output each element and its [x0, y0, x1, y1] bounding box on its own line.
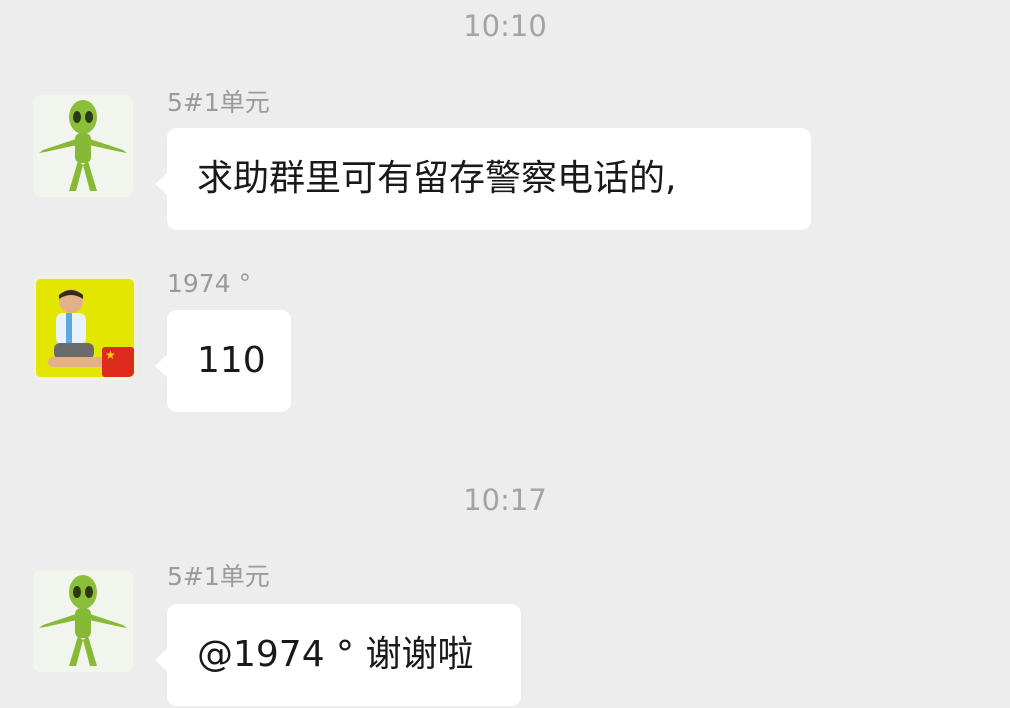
message-bubble[interactable]: @1974 ° 谢谢啦	[155, 604, 521, 706]
avatar[interactable]	[33, 95, 133, 197]
timestamp: 10:10	[463, 9, 547, 43]
avatar[interactable]	[33, 570, 133, 672]
timestamp: 10:17	[463, 483, 547, 517]
message-bubble[interactable]: 110	[155, 310, 291, 412]
avatar[interactable]: ★	[33, 276, 137, 380]
message-bubble[interactable]: 求助群里可有留存警察电话的,	[155, 128, 811, 230]
sender-name: 5#1单元	[167, 88, 270, 117]
alien-icon	[39, 575, 127, 666]
china-flag-icon: ★	[102, 347, 134, 377]
sender-name: 5#1单元	[167, 562, 270, 591]
sender-name: 1974 °	[167, 269, 252, 298]
chat-window: 10:10 5#1单元 求助群里可有留存警察电话的, ★ 1974 ° 110 …	[0, 0, 1010, 708]
alien-icon	[39, 100, 127, 191]
